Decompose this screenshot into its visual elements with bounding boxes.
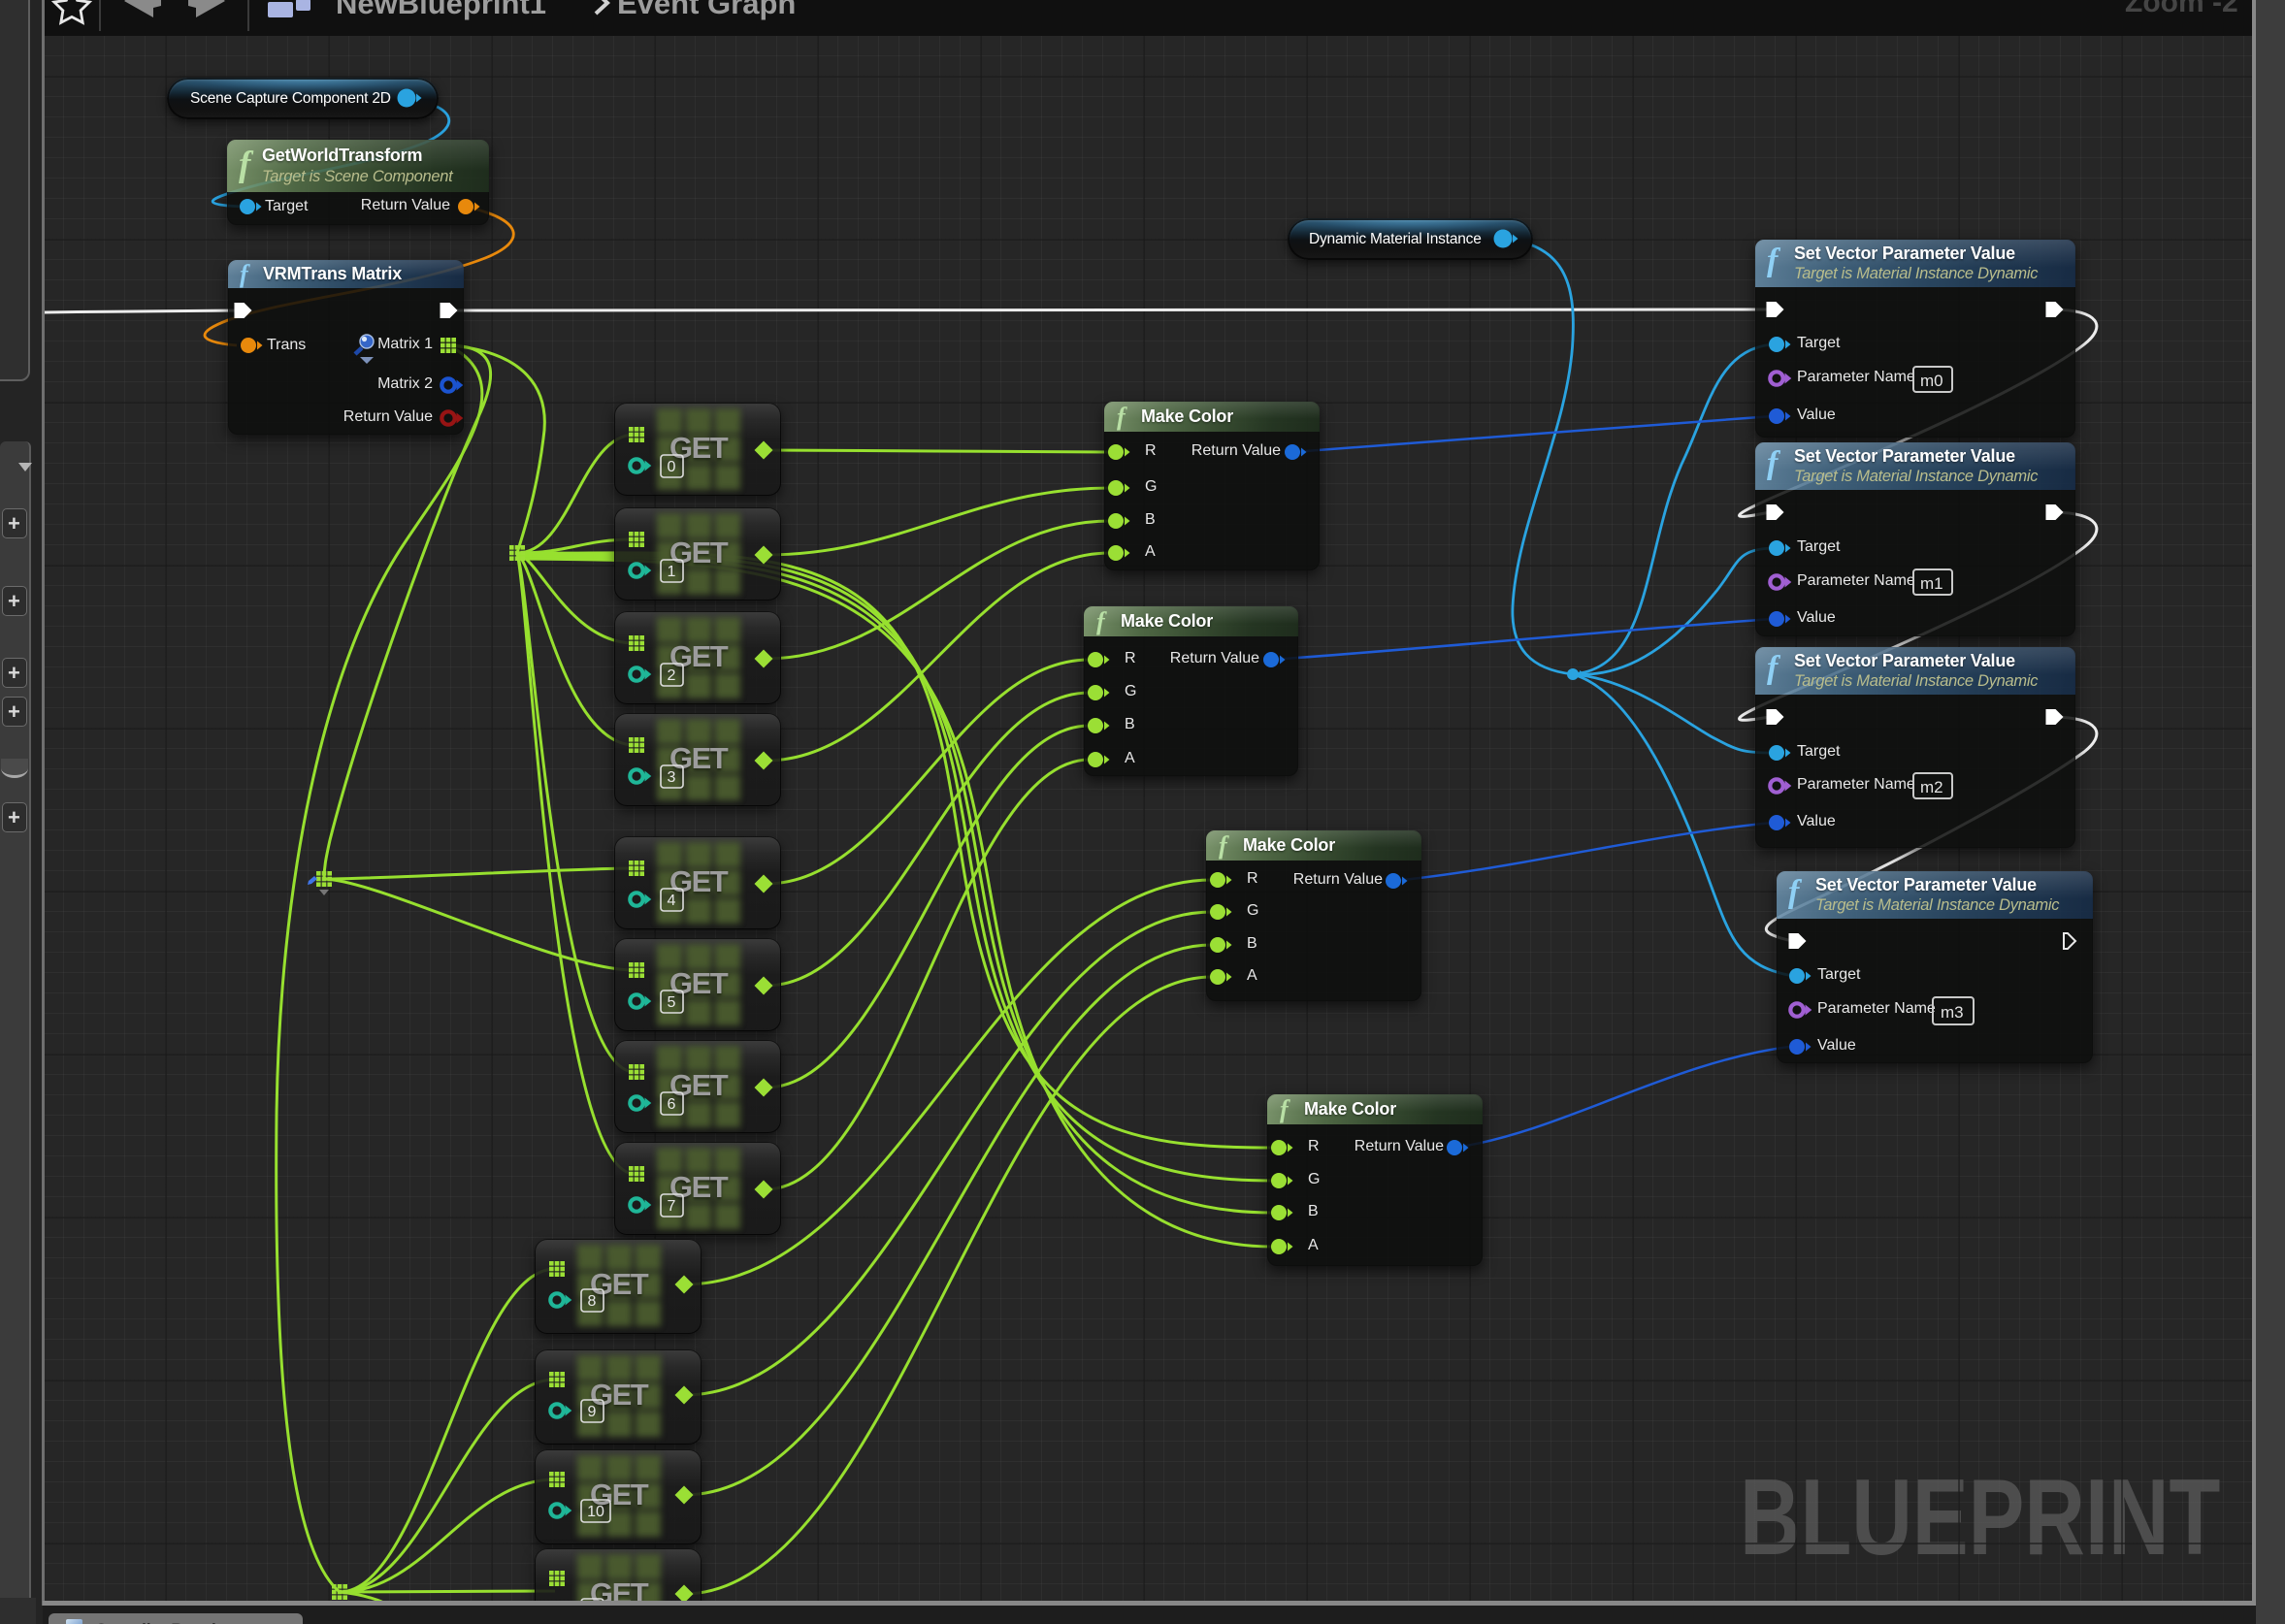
svg-text:Zoom -2: Zoom -2 [2125,0,2238,18]
svg-text:Event Graph: Event Graph [617,0,796,20]
svg-text:NewBlueprint1: NewBlueprint1 [336,0,546,20]
